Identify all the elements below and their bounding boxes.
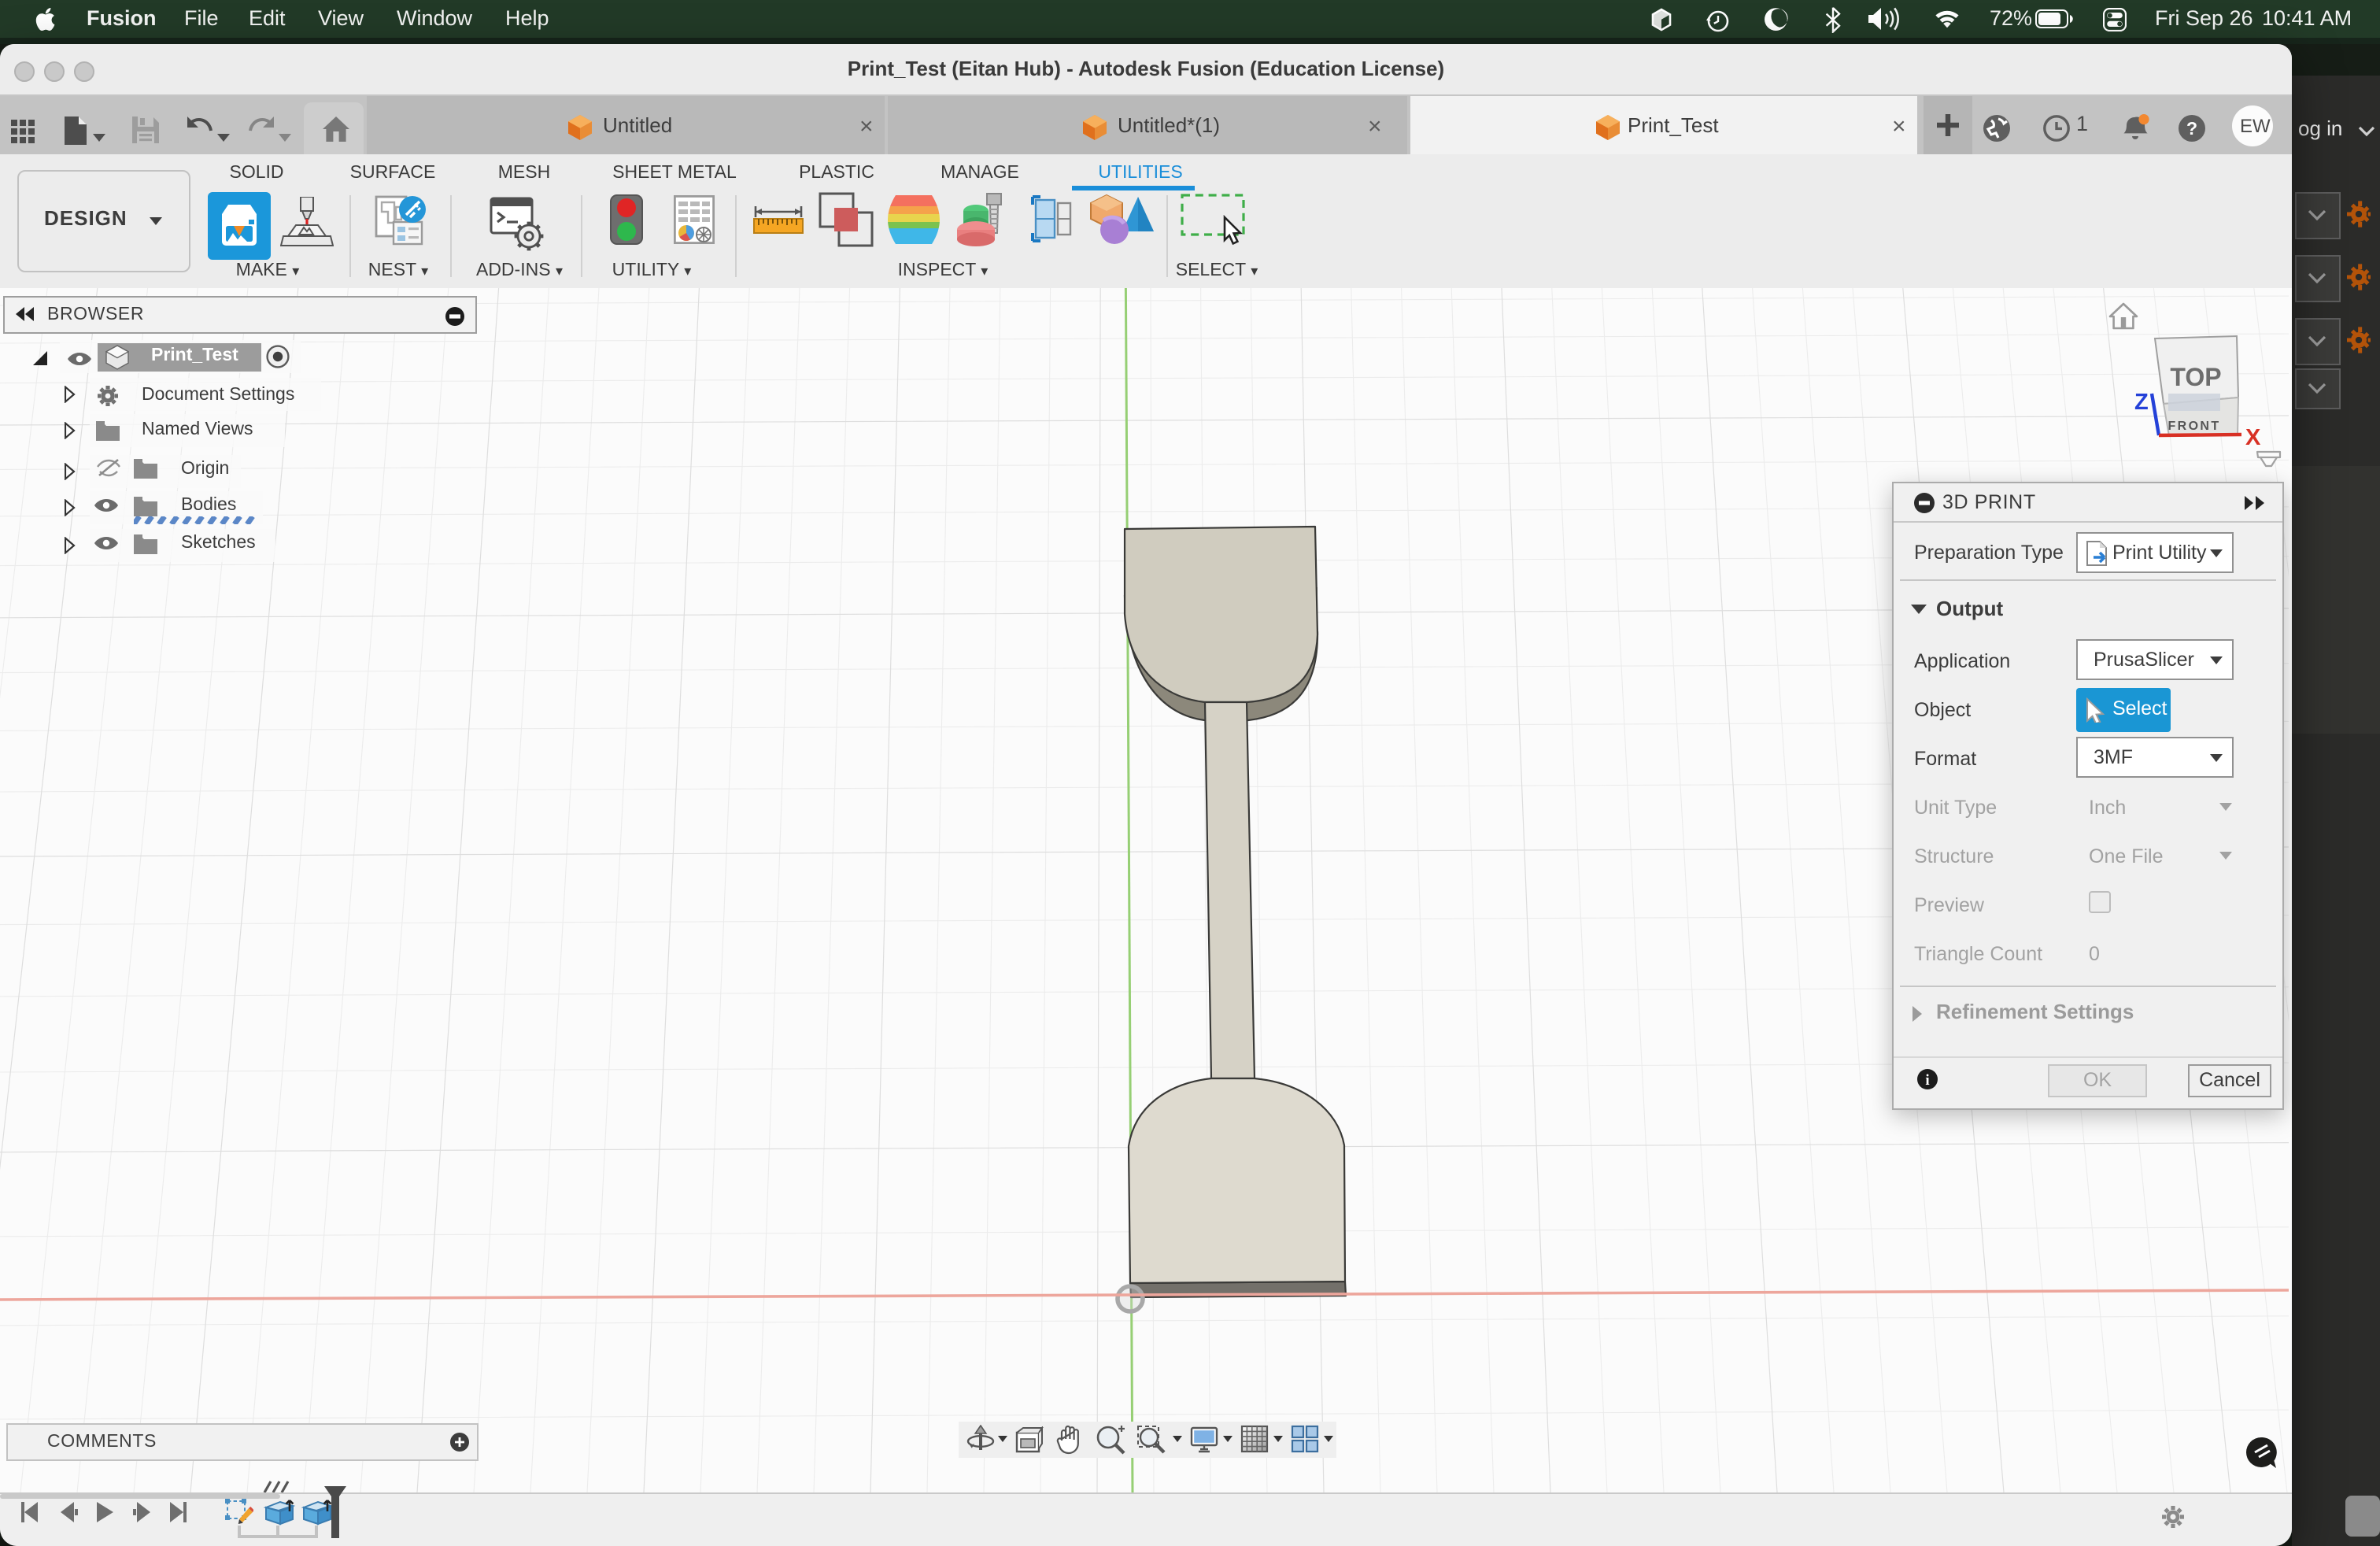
svg-text:i: i	[1925, 1072, 1929, 1089]
svg-text:X: X	[2245, 425, 2261, 450]
svg-text:TOP: TOP	[2170, 363, 2221, 391]
svg-text:?: ?	[2186, 118, 2197, 139]
svg-text:FRONT: FRONT	[2168, 420, 2220, 433]
svg-text:Z: Z	[2134, 390, 2149, 415]
